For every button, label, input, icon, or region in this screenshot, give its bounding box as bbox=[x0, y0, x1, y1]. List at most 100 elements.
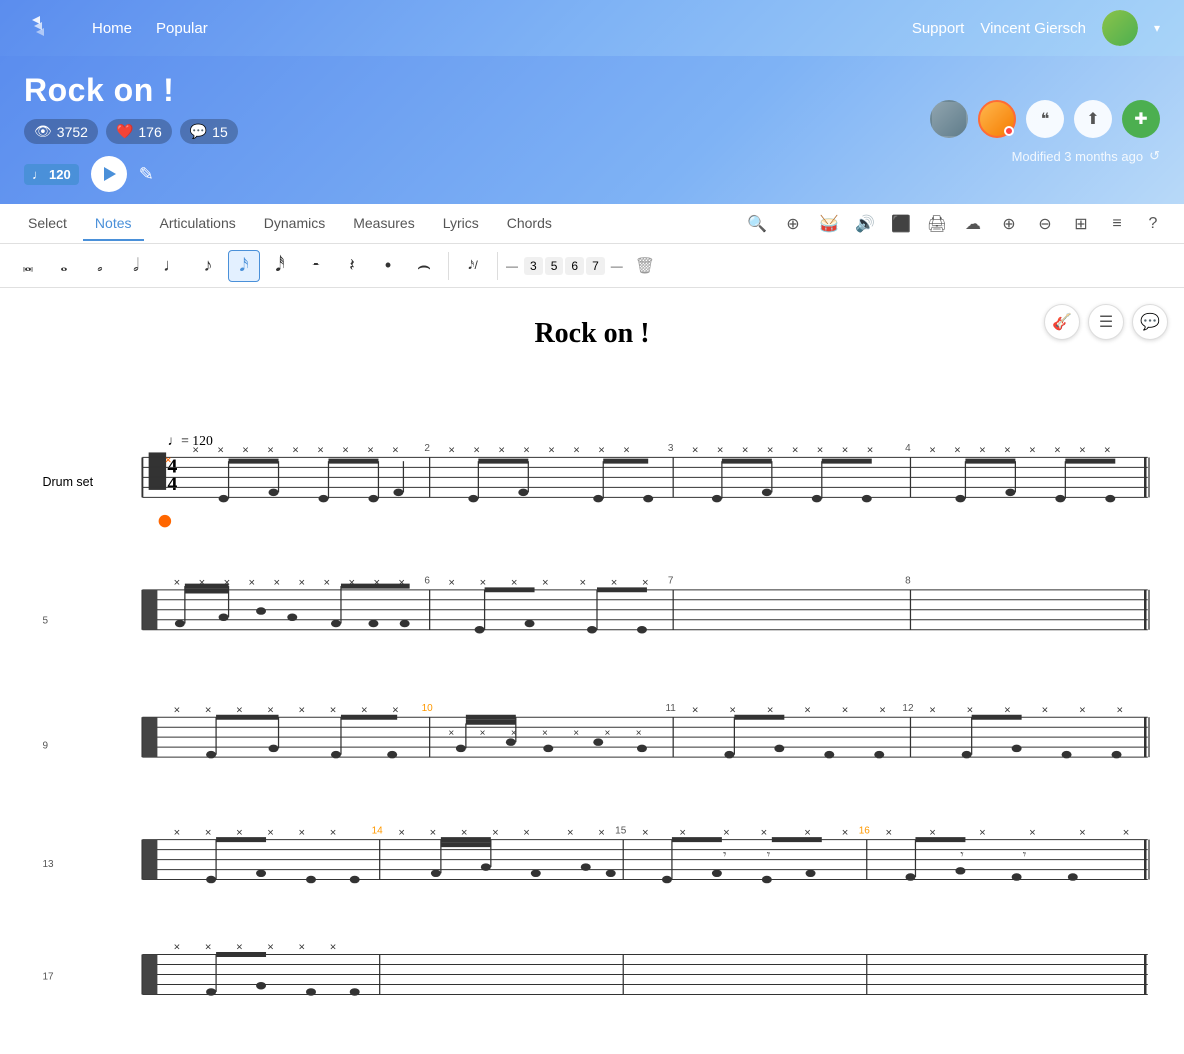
edit-icon[interactable]: ✎ bbox=[139, 164, 154, 185]
drum-tool[interactable]: 🥁 bbox=[814, 209, 844, 239]
tab-chords[interactable]: Chords bbox=[495, 207, 564, 241]
tab-lyrics[interactable]: Lyrics bbox=[431, 207, 491, 241]
grid-tool[interactable]: ⊞ bbox=[1066, 209, 1096, 239]
svg-text:♩= 120: ♩= 120 bbox=[167, 433, 213, 448]
svg-text:×: × bbox=[174, 942, 181, 954]
song-actions: ❝ ⬆ ✚ bbox=[930, 100, 1160, 138]
nav-popular[interactable]: Popular bbox=[156, 20, 208, 37]
svg-text:×: × bbox=[1054, 445, 1061, 457]
svg-text:×: × bbox=[879, 704, 886, 716]
add-button[interactable]: ✚ bbox=[1122, 100, 1160, 138]
notes-toolbar: 𝅜 𝅝 𝅗 𝅗𝅥 ♩ ♪ 𝅘𝅥𝅯 𝅘𝅥𝅰 𝄼 𝄽 • ⌢ 𝅘𝅥𝅯/ — 3 5 … bbox=[0, 244, 1184, 288]
cloud-tool[interactable]: ☁ bbox=[958, 209, 988, 239]
svg-text:×: × bbox=[299, 942, 306, 954]
nav-dropdown-icon[interactable]: ▾ bbox=[1154, 21, 1160, 35]
nav-home[interactable]: Home bbox=[92, 20, 132, 37]
instrument-icon[interactable]: 🎸 bbox=[1044, 304, 1080, 340]
tuplet-3[interactable]: 3 bbox=[524, 257, 543, 275]
note-7[interactable]: 𝅘𝅥𝅯 bbox=[228, 250, 260, 282]
nav-support-link[interactable]: Support bbox=[912, 20, 965, 37]
svg-text:×: × bbox=[492, 827, 499, 839]
svg-text:𝄾: 𝄾 bbox=[960, 847, 963, 861]
svg-text:×: × bbox=[692, 445, 699, 457]
logo[interactable] bbox=[24, 10, 60, 46]
svg-text:×: × bbox=[174, 827, 181, 839]
collaborator-avatar-1[interactable] bbox=[930, 100, 968, 138]
lines-tool[interactable]: ≡ bbox=[1102, 209, 1132, 239]
svg-text:×: × bbox=[205, 704, 212, 716]
svg-text:×: × bbox=[623, 445, 630, 457]
delete-note-button[interactable]: 🗑 bbox=[635, 256, 655, 276]
modified-label: Modified 3 months ago bbox=[1012, 149, 1144, 164]
svg-text:×: × bbox=[480, 577, 487, 589]
svg-text:×: × bbox=[299, 577, 306, 589]
views-badge: 👁 3752 bbox=[24, 119, 98, 144]
note-grace[interactable]: 𝅘𝅥𝅯/ bbox=[457, 250, 489, 282]
svg-text:×: × bbox=[330, 704, 337, 716]
search-tool[interactable]: 🔍 bbox=[742, 209, 772, 239]
sheet-music-svg: ♩= 120 × Drum set 4 4 bbox=[30, 380, 1154, 1029]
svg-text:×: × bbox=[867, 445, 874, 457]
svg-text:×: × bbox=[448, 445, 455, 457]
note-8[interactable]: 𝅘𝅥𝅰 bbox=[264, 250, 296, 282]
nav-right: Support Vincent Giersch ▾ bbox=[912, 10, 1160, 46]
note-2[interactable]: 𝅝 bbox=[48, 250, 80, 282]
svg-text:×: × bbox=[842, 445, 849, 457]
comments-badge[interactable]: 💬 15 bbox=[180, 119, 238, 144]
note-tie[interactable]: ⌢ bbox=[408, 250, 440, 282]
audio-tool[interactable]: 🔊 bbox=[850, 209, 880, 239]
tab-measures[interactable]: Measures bbox=[341, 207, 426, 241]
note-rest-2[interactable]: 𝄽 bbox=[336, 250, 368, 282]
zoom-minus-tool[interactable]: ⊖ bbox=[1030, 209, 1060, 239]
tab-dynamics[interactable]: Dynamics bbox=[252, 207, 337, 241]
note-6[interactable]: ♪ bbox=[192, 250, 224, 282]
note-4[interactable]: 𝅗𝅥 bbox=[120, 250, 152, 282]
tab-notes[interactable]: Notes bbox=[83, 207, 144, 241]
likes-badge[interactable]: ❤️ 176 bbox=[106, 119, 172, 144]
tuplet-end: — bbox=[611, 259, 623, 273]
help-tool[interactable]: ? bbox=[1138, 209, 1168, 239]
collaborator-avatar-2[interactable] bbox=[978, 100, 1016, 138]
notation-area[interactable]: ♩= 120 × Drum set 4 4 bbox=[20, 380, 1164, 1034]
sheet-area: 🎸 ☰ 💬 Rock on ! ♩= 120 × Drum set 4 4 bbox=[0, 288, 1184, 1054]
note-5[interactable]: ♩ bbox=[156, 250, 188, 282]
nav-user-name[interactable]: Vincent Giersch bbox=[980, 20, 1086, 37]
play-button[interactable] bbox=[91, 156, 127, 192]
svg-text:×: × bbox=[299, 827, 306, 839]
svg-text:11: 11 bbox=[665, 703, 676, 714]
history-icon[interactable]: ↺ bbox=[1149, 148, 1160, 164]
svg-text:×: × bbox=[692, 704, 699, 716]
note-3[interactable]: 𝅗 bbox=[84, 250, 116, 282]
song-right: ❝ ⬆ ✚ Modified 3 months ago ↺ bbox=[930, 100, 1160, 164]
note-rest-1[interactable]: 𝄼 bbox=[300, 250, 332, 282]
tuplet-5[interactable]: 5 bbox=[545, 257, 564, 275]
chat-icon[interactable]: 💬 bbox=[1132, 304, 1168, 340]
svg-text:8: 8 bbox=[905, 576, 911, 587]
quote-button[interactable]: ❝ bbox=[1026, 100, 1064, 138]
tuplet-7[interactable]: 7 bbox=[586, 257, 605, 275]
screen-tool[interactable]: ⬛ bbox=[886, 209, 916, 239]
svg-text:×: × bbox=[929, 827, 936, 839]
tuplet-6[interactable]: 6 bbox=[565, 257, 584, 275]
share-button[interactable]: ⬆ bbox=[1074, 100, 1112, 138]
svg-text:×: × bbox=[804, 704, 811, 716]
svg-text:×: × bbox=[236, 704, 243, 716]
tab-articulations[interactable]: Articulations bbox=[148, 207, 248, 241]
nav-avatar[interactable] bbox=[1102, 10, 1138, 46]
zoom-plus-tool[interactable]: ⊕ bbox=[994, 209, 1024, 239]
list-icon[interactable]: ☰ bbox=[1088, 304, 1124, 340]
svg-text:×: × bbox=[217, 445, 224, 457]
svg-text:×: × bbox=[573, 728, 579, 739]
floating-actions: 🎸 ☰ 💬 bbox=[1044, 304, 1168, 340]
likes-count: 176 bbox=[138, 124, 161, 140]
note-dot[interactable]: • bbox=[372, 250, 404, 282]
song-title-area: Rock on ! 👁 3752 ❤️ 176 💬 15 ♩ 120 bbox=[24, 72, 238, 192]
svg-text:×: × bbox=[205, 827, 212, 839]
zoom-in-tool[interactable]: ⊕ bbox=[778, 209, 808, 239]
print-tool[interactable]: 🖨 bbox=[922, 209, 952, 239]
svg-text:×: × bbox=[548, 445, 555, 457]
svg-text:×: × bbox=[249, 577, 256, 589]
main-content: 🎸 ☰ 💬 Rock on ! ♩= 120 × Drum set 4 4 bbox=[0, 288, 1184, 1054]
note-1[interactable]: 𝅜 bbox=[12, 250, 44, 282]
tab-select[interactable]: Select bbox=[16, 207, 79, 241]
